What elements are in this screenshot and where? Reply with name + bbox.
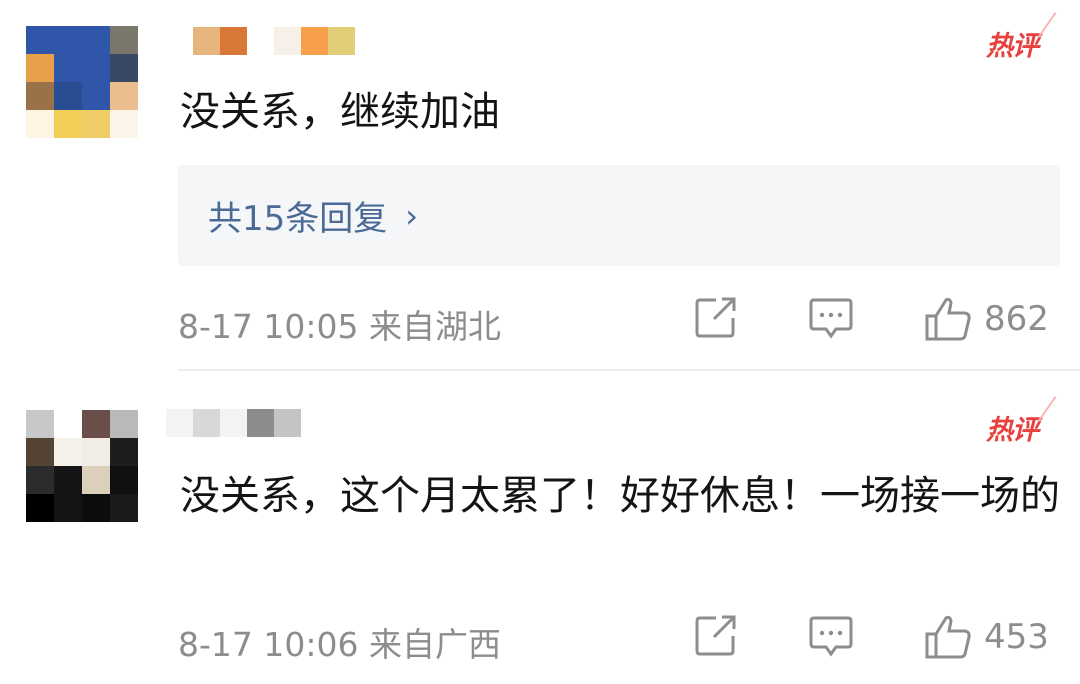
username-pixel [301,27,328,55]
avatar-pixel [82,466,110,494]
username-pixel [247,409,274,437]
avatar-pixel [82,110,110,138]
chevron-right-icon: › [405,196,419,235]
avatar-pixel [54,466,82,494]
avatar-pixel [54,26,82,54]
comment-button[interactable] [808,614,854,658]
reply-count-label: 共15条回复 [208,199,388,239]
avatar-pixel [54,410,82,438]
comment-time: 8-17 10:05 [178,307,359,346]
avatar-pixel [26,494,54,522]
comment-text: 没关系，这个月太累了！好好休息！一场接一场的 [180,473,1060,519]
comment-meta: 8-17 10:05 来自湖北 [178,300,501,348]
username-pixel [328,27,355,55]
avatar-pixel [110,494,138,522]
username-blurred[interactable] [166,409,301,437]
share-icon [695,297,736,338]
username-pixel [274,409,301,437]
comment-time: 8-17 10:06 [178,625,359,664]
comment-item: 热评 没关系，继续加油 共15条回复 › 8-17 10:05 来自湖北 862 [0,0,1080,371]
comment-location: 来自湖北 [369,307,501,346]
avatar-pixel [82,54,110,82]
share-icon [695,615,736,656]
avatar-pixel [110,438,138,466]
avatar-pixel [54,438,82,466]
comment-location: 来自广西 [369,625,501,664]
comment-text: 没关系，继续加油 [180,89,500,135]
thumbs-up-icon [925,297,971,341]
avatar[interactable] [26,410,138,522]
avatar-pixel [26,110,54,138]
username-pixel [247,27,274,55]
username-pixel [220,409,247,437]
replies-link[interactable]: 共15条回复 › [178,165,1060,266]
hot-comment-badge: 热评 [986,24,1039,63]
username-pixel [220,27,247,55]
share-button[interactable] [694,614,738,658]
avatar-pixel [82,82,110,110]
like-button[interactable]: 862 [924,296,1049,342]
username-pixel [274,27,301,55]
avatar-pixel [54,494,82,522]
avatar-pixel [82,438,110,466]
username-pixel [166,409,193,437]
avatar-pixel [110,466,138,494]
username-pixel [193,27,220,55]
like-button[interactable]: 453 [924,614,1049,660]
avatar[interactable] [26,26,138,138]
avatar-pixel [26,438,54,466]
thumbs-up-icon [925,615,971,659]
comment-icon [809,616,853,657]
comment-button[interactable] [808,296,854,340]
hot-comment-badge: 热评 [986,408,1039,447]
avatar-pixel [54,82,82,110]
username-blurred[interactable] [166,27,355,55]
avatar-pixel [26,466,54,494]
avatar-pixel [82,410,110,438]
avatar-pixel [110,82,138,110]
avatar-pixel [110,110,138,138]
avatar-pixel [26,410,54,438]
comment-icon [809,298,853,339]
avatar-pixel [26,54,54,82]
share-button[interactable] [694,296,738,340]
comment-meta: 8-17 10:06 来自广西 [178,618,501,666]
like-count: 862 [984,299,1049,339]
username-pixel [166,27,193,55]
like-count: 453 [984,617,1049,657]
comment-item: 热评 没关系，这个月太累了！好好休息！一场接一场的 8-17 10:06 来自广… [0,371,1080,684]
avatar-pixel [110,54,138,82]
avatar-pixel [82,494,110,522]
avatar-pixel [26,26,54,54]
avatar-pixel [54,54,82,82]
avatar-pixel [82,26,110,54]
avatar-pixel [26,82,54,110]
username-pixel [193,409,220,437]
avatar-pixel [54,110,82,138]
avatar-pixel [110,26,138,54]
avatar-pixel [110,410,138,438]
